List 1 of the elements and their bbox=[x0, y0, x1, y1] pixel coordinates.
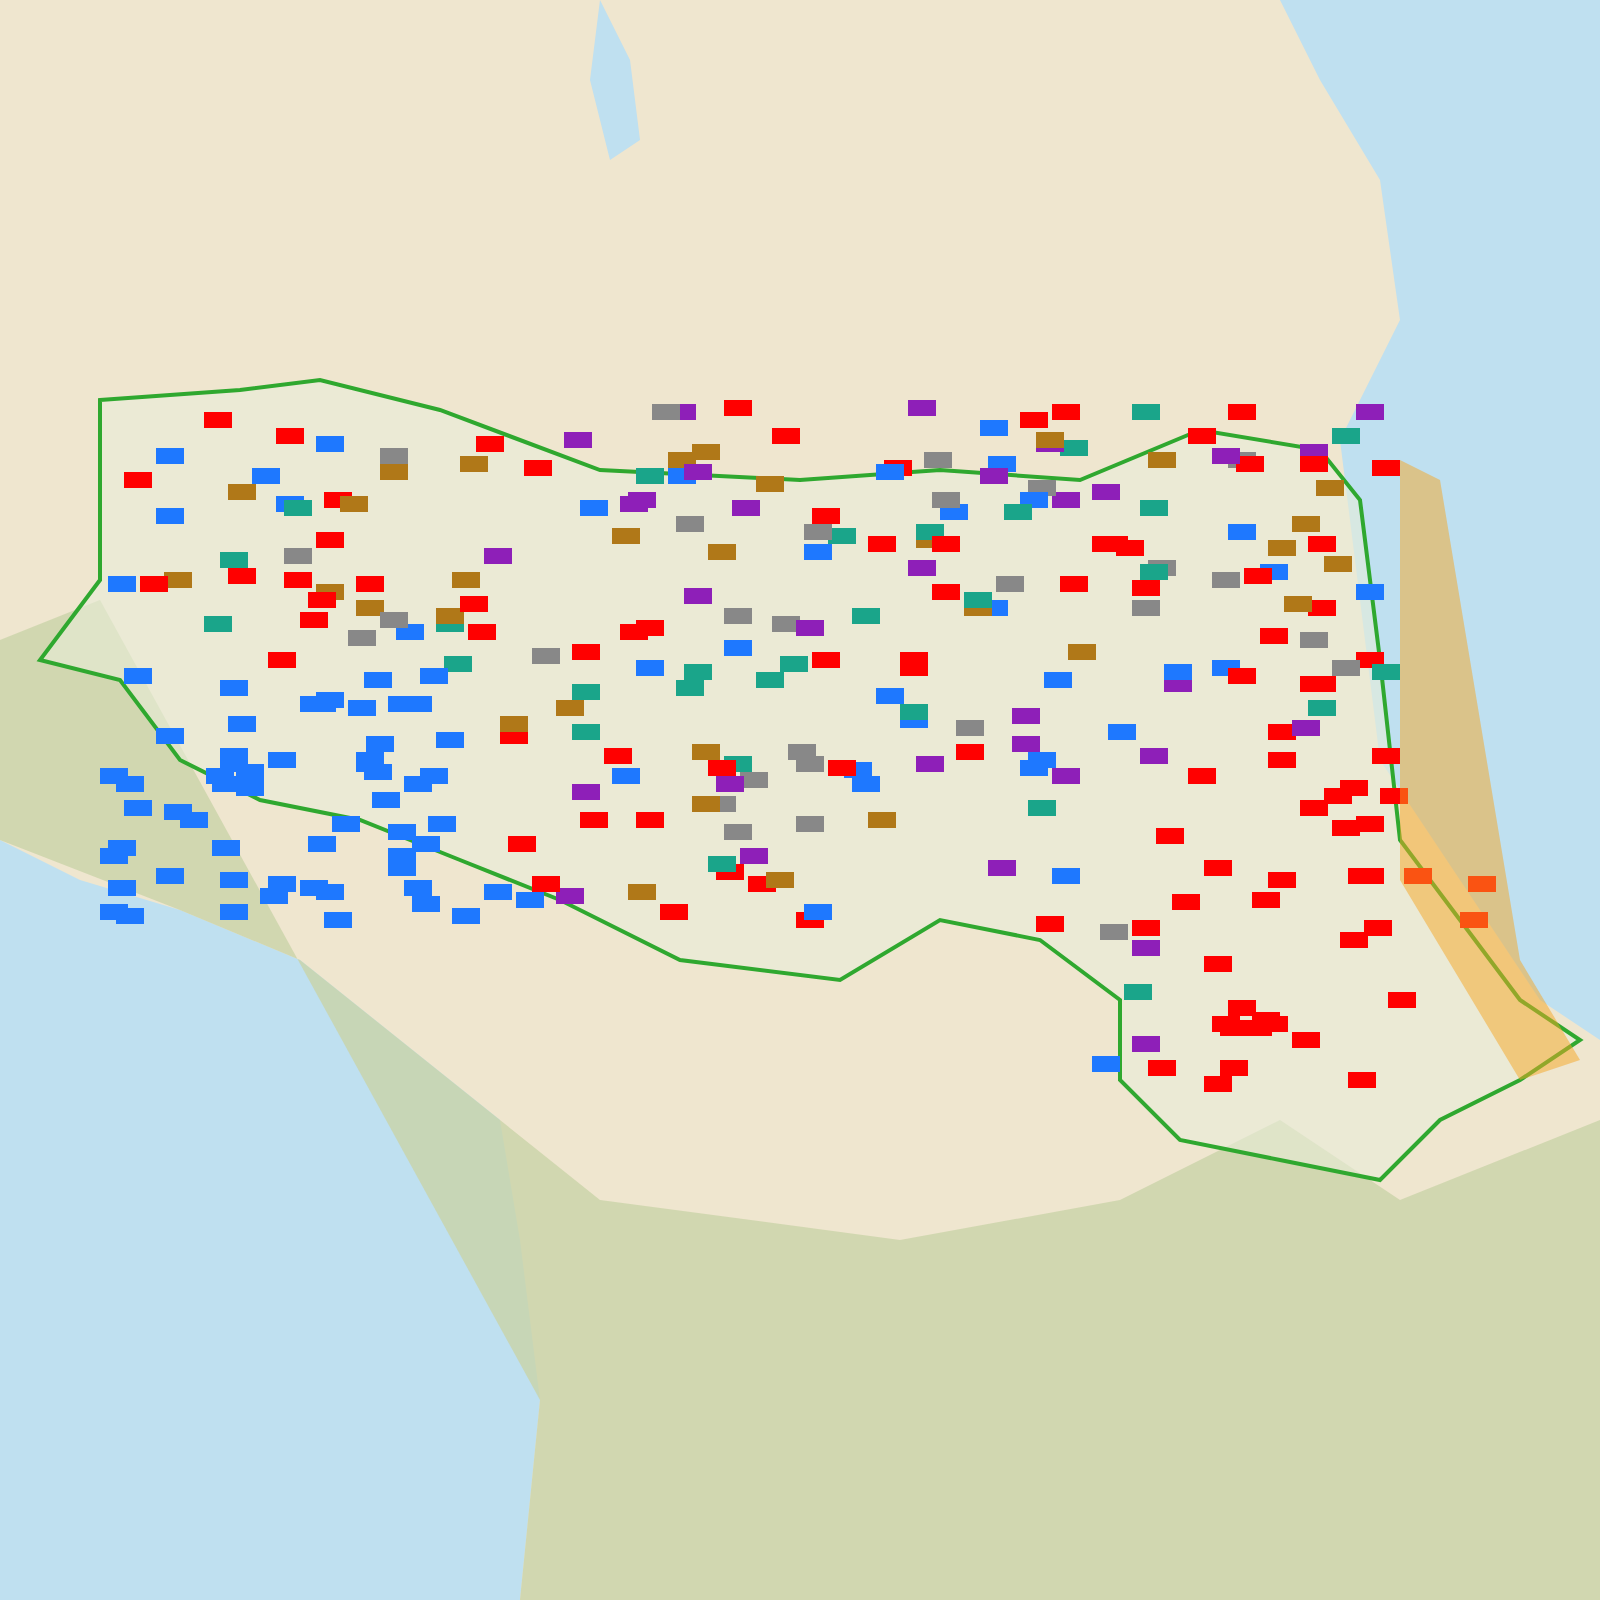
map-drawing[interactable] bbox=[0, 0, 1600, 1600]
